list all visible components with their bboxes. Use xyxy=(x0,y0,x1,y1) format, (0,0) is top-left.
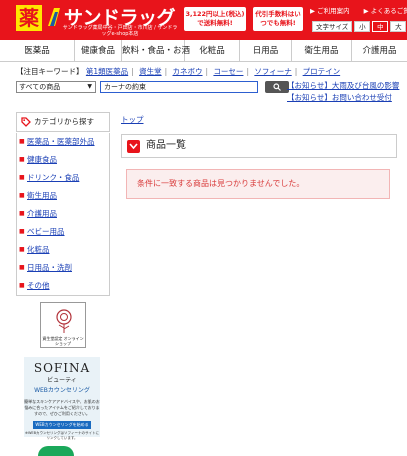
search-icon xyxy=(273,83,281,91)
category-link[interactable]: 健康食品 xyxy=(17,151,109,169)
category-link[interactable]: その他 xyxy=(17,277,109,295)
notices: 【お知らせ】大雨及び台風の影響 【お知らせ】お問い合わせ受付 xyxy=(287,80,399,104)
free-shipping-banner[interactable]: 3,122円以上(税込)で送料無料! xyxy=(184,7,246,31)
notice-link[interactable]: 【お知らせ】大雨及び台風の影響 xyxy=(287,80,399,92)
category-link[interactable]: 化粧品 xyxy=(17,241,109,259)
category-tab-medicine[interactable]: 医薬品 xyxy=(0,40,75,62)
font-size-label: 文字サイズ xyxy=(312,21,353,32)
badge-text: 資生堂認定 オンラインショップ xyxy=(42,336,84,346)
category-tab-nursing[interactable]: 介護用品 xyxy=(352,40,407,62)
breadcrumb-top-link[interactable]: トップ xyxy=(121,114,144,125)
search-scope-select[interactable]: すべての商品 ▼ xyxy=(16,81,96,93)
category-link[interactable]: 日用品・洗剤 xyxy=(17,259,109,277)
logo-flag-icon xyxy=(48,8,60,26)
logo-kanji[interactable]: 薬 xyxy=(16,5,42,31)
sofina-title: SOFINA xyxy=(33,361,91,375)
shiseido-certified-badge[interactable]: 資生堂認定 オンラインショップ xyxy=(40,302,86,348)
cod-free-banner[interactable]: 代引手数料はいつでも無料! xyxy=(253,7,303,31)
green-banner-top[interactable] xyxy=(38,446,74,456)
font-size-medium-button[interactable]: 中 xyxy=(372,21,389,32)
sofina-subtitle: ビューティ xyxy=(47,377,77,384)
category-link[interactable]: ベビー用品 xyxy=(17,223,109,241)
category-list: 医薬品・医薬部外品 健康食品 ドリンク・食品 衛生用品 介護用品 ベビー用品 化… xyxy=(16,133,110,296)
header-links: ▶ ご利用案内 ▶ よくあるご質問 xyxy=(310,5,407,15)
category-link[interactable]: ドリンク・食品 xyxy=(17,169,109,187)
page-title: 商品一覧 xyxy=(146,140,186,151)
font-size-small-button[interactable]: 小 xyxy=(354,21,371,32)
guide-link[interactable]: ▶ ご利用案内 xyxy=(310,7,356,15)
notice-link[interactable]: 【お知らせ】お問い合わせ受付 xyxy=(287,92,399,104)
no-results-message: 条件に一致する商品は見つかりませんでした。 xyxy=(126,169,390,199)
chevron-down-icon xyxy=(129,143,138,150)
font-size-large-button[interactable]: 大 xyxy=(390,21,407,32)
sofina-banner[interactable]: SOFINA ビューティ WEBカウンセリング 簡単なスキンケアアドバイスや、お… xyxy=(24,357,100,440)
chevron-down-icon: ▼ xyxy=(87,83,92,90)
category-tab-hygiene[interactable]: 衛生用品 xyxy=(292,40,352,62)
keyword-link[interactable]: コーセー xyxy=(213,67,243,76)
search-button[interactable] xyxy=(265,81,289,93)
logo-subtitle: サンドラッグ薬局中谷・戸田店・市川店 / サンドラッグe-shop本店 xyxy=(62,25,178,37)
web-counseling-button[interactable]: WEBカウンセリングを始める xyxy=(33,421,91,429)
category-search-heading: カテゴリから探す xyxy=(16,112,110,132)
sofina-note: ※WEBカウンセリングはソフィーナのサイトにリンクしています。 xyxy=(25,431,99,440)
category-link[interactable]: 医薬品・医薬部外品 xyxy=(17,133,109,151)
category-nav: 医薬品 健康食品 飲料・食品・お酒 化粧品 日用品 衛生用品 介護用品 xyxy=(0,40,407,62)
category-link[interactable]: 介護用品 xyxy=(17,205,109,223)
product-list-heading: 商品一覧 xyxy=(121,134,397,158)
keyword-link[interactable]: ソフィーナ xyxy=(254,67,291,76)
keyword-link[interactable]: プロテイン xyxy=(303,67,341,76)
category-tab-cosmetics[interactable]: 化粧品 xyxy=(185,40,240,62)
font-size-switcher: 文字サイズ 小 中 大 xyxy=(312,21,407,32)
keywords-label: 【注目キーワード】 xyxy=(16,67,84,76)
keyword-link[interactable]: 第1類医薬品 xyxy=(86,67,128,76)
sofina-description: 簡単なスキンケアアドバイスや、お肌のお悩みに合ったアイテムをご紹介しておりますの… xyxy=(24,399,100,416)
category-tab-health-food[interactable]: 健康食品 xyxy=(75,40,122,62)
keyword-link[interactable]: 資生堂 xyxy=(139,67,162,76)
keyword-link[interactable]: カネボウ xyxy=(173,67,203,76)
site-header: 薬 サンドラッグ サンドラッグ薬局中谷・戸田店・市川店 / サンドラッグe-sh… xyxy=(0,0,407,40)
tag-icon xyxy=(21,117,31,127)
faq-link[interactable]: ▶ よくあるご質問 xyxy=(364,7,407,15)
search-input[interactable]: カーナの約束 xyxy=(100,81,258,93)
sofina-service: WEBカウンセリング xyxy=(34,387,90,394)
category-tab-food-drink[interactable]: 飲料・食品・お酒 xyxy=(122,40,190,62)
camellia-icon xyxy=(56,309,72,333)
category-link[interactable]: 衛生用品 xyxy=(17,187,109,205)
featured-keywords: 【注目キーワード】 第1類医薬品 | 資生堂 | カネボウ | コーセー | ソフィーナ… xyxy=(16,67,341,76)
category-tab-daily-goods[interactable]: 日用品 xyxy=(240,40,292,62)
section-chevron xyxy=(127,140,140,153)
